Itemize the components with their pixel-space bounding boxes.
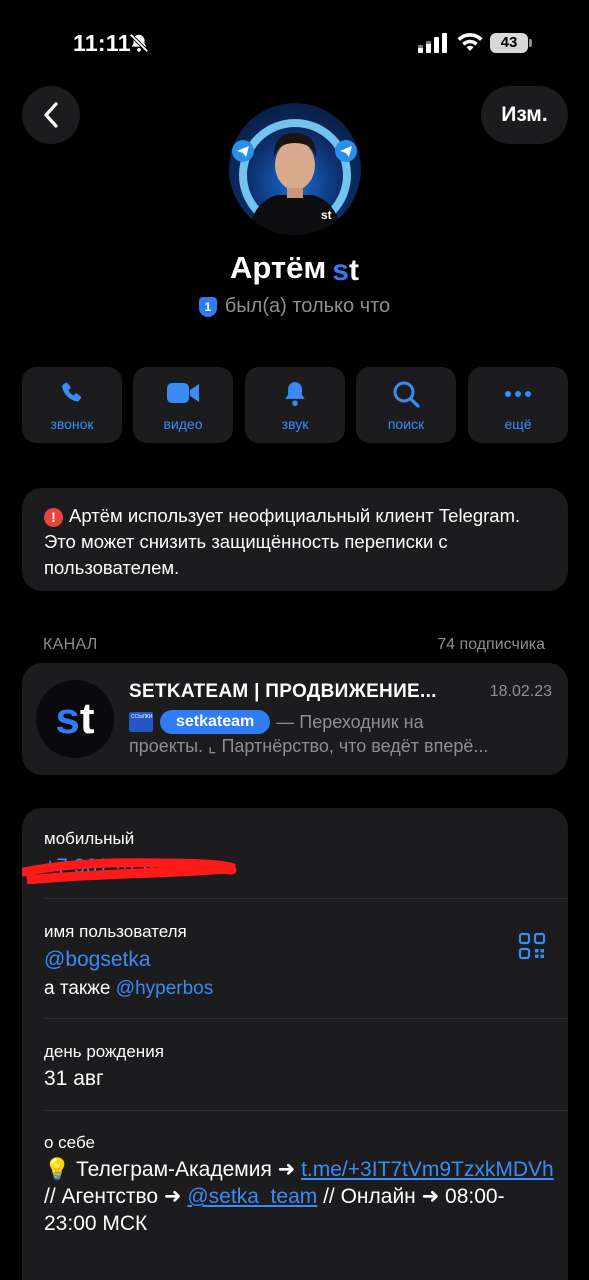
divider [44,1110,568,1111]
mobile-label: мобильный [44,829,135,848]
warning-icon: ! [44,508,63,527]
alt-username-link[interactable]: @hyperbos [116,978,213,999]
lightbulb-icon: 💡 [44,1158,71,1181]
signal-icon [418,33,447,53]
channel-card[interactable]: st SETKATEAM | ПРОДВИЖЕНИЕ... 18.02.23 С… [22,663,568,775]
bell-icon [285,382,305,406]
also-username: а также @hyperbos [44,978,214,999]
video-label: видео [163,416,203,432]
channel-title: SETKATEAM | ПРОДВИЖЕНИЕ... [129,681,437,702]
birthday-value: 31 авг [44,1067,104,1090]
redaction-scribble [22,858,237,884]
username-link[interactable]: @bogsetka [44,948,151,972]
channel-preview-text: — Переходник на [276,711,424,732]
about-text: 💡 Телеграм-Академия ➜ t.me/+3IT7tVm9Tzxk… [44,1158,554,1235]
channel-tag: setkateam [160,710,271,734]
search-icon [393,381,420,408]
sound-button[interactable]: звук [245,367,345,443]
more-label: ещё [504,416,532,432]
unofficial-client-warning: ! Артём использует неофициальный клиент T… [22,488,568,591]
search-button[interactable]: поиск [356,367,456,443]
action-buttons: звонок видео звук поиск ещё [22,367,568,443]
agency-link[interactable]: @setka_team [187,1185,317,1208]
subscriber-count: 74 подписчика [437,636,545,653]
channel-date: 18.02.23 [489,683,552,700]
qr-code-icon[interactable] [518,932,546,960]
search-label: поиск [387,416,425,432]
info-card: мобильный +7 961 ··· ·· ·· имя пользоват… [22,808,568,1280]
last-seen-text: был(а) только что [224,295,391,317]
avatar-photo: st [232,119,357,235]
username-label: имя пользователя [44,922,187,941]
links-badge-icon: ССЫЛКИ НА ПРОЕКТЫ [129,712,153,732]
birthday-label: день рождения [44,1042,164,1061]
profile-name: Артём st [0,250,589,288]
shield-badge-icon: 1 [198,297,217,317]
sound-label: звук [281,416,309,432]
edit-button[interactable]: Изм. [481,86,568,144]
video-icon [167,383,199,403]
wifi-icon [457,33,483,51]
call-label: звонок [50,416,94,432]
avatar[interactable]: st [229,103,361,235]
more-button[interactable]: ещё [468,367,568,443]
chevron-left-icon [44,102,58,128]
divider [44,898,568,899]
about-label: о себе [44,1133,95,1152]
channel-preview: ССЫЛКИ НА ПРОЕКТЫ setkateam — Переходник… [129,709,559,735]
profile-name-text: Артём [230,250,327,285]
phone-icon [62,382,82,402]
svg-text:st: st [321,208,332,222]
more-icon [505,391,531,397]
st-logo: st [332,254,359,287]
back-button[interactable] [22,86,80,144]
divider [44,1018,568,1019]
bell-off-icon [129,33,149,53]
battery-level: 43 [490,33,528,53]
channel-section-label: КАНАЛ [43,636,98,653]
warning-text: Артём использует неофициальный клиент Te… [44,505,521,578]
video-button[interactable]: видео [133,367,233,443]
channel-avatar: st [36,680,114,758]
call-button[interactable]: звонок [22,367,122,443]
channel-preview-line-2: проекты. ⌞ Партнёрство, что ведёт вперё.… [129,736,489,756]
status-time: 11:11 [73,30,131,56]
last-seen-status: 1 был(а) только что [0,295,589,318]
academy-link[interactable]: t.me/+3IT7tVm9TzxkMDVh [301,1158,554,1181]
battery-tip [529,39,532,47]
